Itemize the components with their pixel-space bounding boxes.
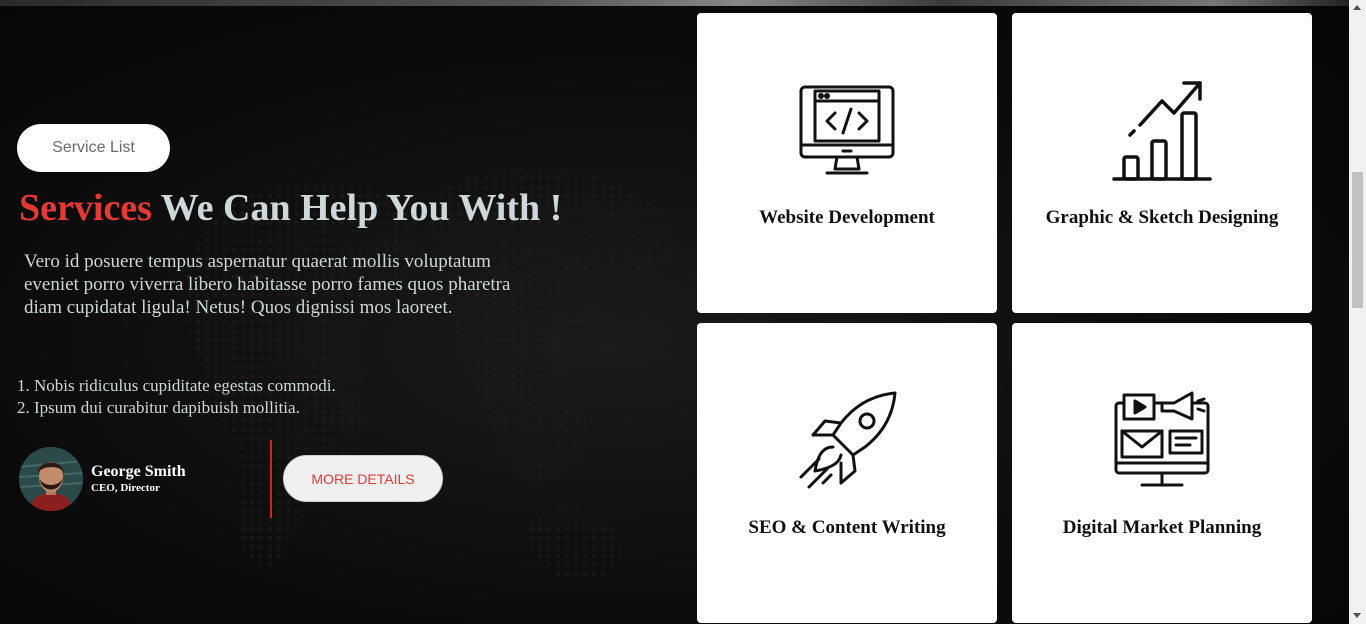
hero-image-edge [0, 0, 1349, 6]
rocket-icon [799, 391, 897, 489]
service-card-graphic-sketch-designing[interactable]: Graphic & Sketch Designing [1012, 13, 1312, 313]
section-headline: Services We Can Help You With ! [19, 184, 562, 232]
section-description: Vero id posuere tempus aspernatur quaera… [24, 251, 511, 318]
feature-item: 1. Nobis ridiculus cupiditate egestas co… [17, 376, 336, 395]
service-card-title: Website Development [759, 207, 935, 228]
feature-list: 1. Nobis ridiculus cupiditate egestas co… [17, 375, 336, 419]
headline-rest: We Can Help You With ! [151, 187, 563, 229]
vertical-divider [270, 440, 272, 518]
headline-accent: Services [19, 187, 152, 229]
monitor-code-icon [799, 85, 895, 175]
more-details-button[interactable]: MORE DETAILS [283, 455, 443, 502]
service-card-website-development[interactable]: Website Development [697, 13, 997, 313]
person-photo-icon [19, 447, 83, 511]
services-section: Service List Services We Can Help You Wi… [0, 0, 1349, 624]
author-role: CEO, Director [91, 482, 160, 494]
vertical-scrollbar[interactable] [1349, 0, 1366, 624]
service-card-title: SEO & Content Writing [748, 517, 946, 538]
growth-chart-icon [1112, 81, 1212, 181]
author-block: George Smith CEO, Director [19, 447, 186, 511]
service-list-badge: Service List [17, 124, 170, 172]
service-card-title: Graphic & Sketch Designing [1045, 207, 1279, 228]
service-card-digital-market-planning[interactable]: Digital Market Planning [1012, 323, 1312, 623]
avatar [19, 447, 83, 511]
scrollbar-thumb[interactable] [1352, 172, 1363, 308]
scroll-down-arrow-icon[interactable] [1353, 613, 1361, 618]
scroll-up-arrow-icon[interactable] [1353, 5, 1361, 10]
feature-item: 2. Ipsum dui curabitur dapibuish molliti… [17, 398, 300, 417]
service-card-title: Digital Market Planning [1062, 517, 1262, 538]
digital-marketing-icon [1114, 391, 1210, 487]
service-card-seo-content-writing[interactable]: SEO & Content Writing [697, 323, 997, 623]
author-name: George Smith [91, 463, 186, 480]
